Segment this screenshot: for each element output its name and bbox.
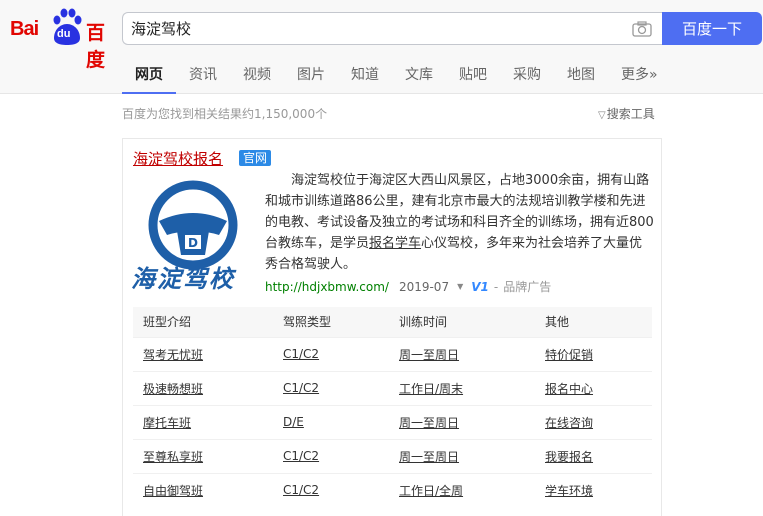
- table-cell-link[interactable]: 在线咨询: [545, 416, 593, 430]
- table-header-class: 班型介绍: [133, 307, 273, 337]
- result-url[interactable]: http://hdjxbmw.com/: [265, 280, 389, 294]
- tab-tieba[interactable]: 贴吧: [446, 56, 500, 94]
- register-link[interactable]: 报名学车: [369, 236, 421, 251]
- funnel-icon: ▽: [598, 110, 606, 121]
- table-header-license: 驾照类型: [273, 307, 389, 337]
- table-cell-link[interactable]: C1/C2: [283, 347, 319, 361]
- table-cell-link[interactable]: 周一至周日: [399, 416, 459, 430]
- table-row: 驾考无忧班 C1/C2 周一至周日 特价促销: [133, 336, 652, 371]
- table-cell-link[interactable]: D/E: [283, 415, 304, 429]
- table-cell-link[interactable]: 工作日/周末: [399, 382, 463, 396]
- logo-text-baidu-cn: 百度: [86, 22, 105, 71]
- table-cell-link[interactable]: C1/C2: [283, 381, 319, 395]
- table-cell-link[interactable]: 学车环境: [545, 484, 593, 498]
- baidu-logo[interactable]: Bai du 百度: [10, 8, 116, 71]
- tab-news[interactable]: 资讯: [176, 56, 230, 94]
- search-tabs: 网页 资讯 视频 图片 知道 文库 贴吧 采购 地图 更多»: [122, 56, 671, 94]
- search-button[interactable]: 百度一下: [662, 12, 762, 45]
- tab-wenku[interactable]: 文库: [392, 56, 446, 94]
- dropdown-triangle-icon[interactable]: ▼: [457, 282, 463, 291]
- table-cell-link[interactable]: 自由御驾班: [143, 484, 203, 498]
- v1-verified-badge[interactable]: V1: [471, 280, 489, 294]
- table-cell-link[interactable]: C1/C2: [283, 483, 319, 497]
- table-cell-link[interactable]: 极速畅想班: [143, 382, 203, 396]
- meta-separator: -: [493, 279, 499, 294]
- table-cell-link[interactable]: 摩托车班: [143, 416, 191, 430]
- result-meta: http://hdjxbmw.com/ 2019-07 ▼ V1 - 品牌广告: [265, 278, 551, 295]
- camera-icon[interactable]: [632, 21, 652, 37]
- table-header-row: 班型介绍 驾照类型 训练时间 其他: [133, 307, 652, 337]
- table-cell-link[interactable]: 报名中心: [545, 382, 593, 396]
- logo-text-bai: Bai: [10, 18, 39, 40]
- brand-ad-label: 品牌广告: [503, 280, 552, 294]
- result-description: 海淀驾校位于海淀区大西山风景区，占地3000余亩，拥有山路和城市训练道路86公里…: [265, 170, 655, 275]
- table-header-time: 训练时间: [389, 307, 535, 337]
- table-row: 至尊私享班 C1/C2 周一至周日 我要报名: [133, 438, 652, 473]
- search-tools-button[interactable]: ▽搜索工具: [598, 105, 655, 122]
- result-date: 2019-07: [398, 279, 450, 294]
- table-cell-link[interactable]: 周一至周日: [399, 348, 459, 362]
- search-box: [122, 12, 662, 45]
- table-row: 自由御驾班 C1/C2 工作日/全周 学车环境: [133, 472, 652, 507]
- tab-images[interactable]: 图片: [284, 56, 338, 94]
- logo-text-du: du: [57, 28, 71, 40]
- table-cell-link[interactable]: 驾考无忧班: [143, 348, 203, 362]
- tab-video[interactable]: 视频: [230, 56, 284, 94]
- tab-purchase[interactable]: 采购: [500, 56, 554, 94]
- course-table: 班型介绍 驾照类型 训练时间 其他 驾考无忧班 C1/C2 周一至周日 特价促销…: [133, 307, 652, 507]
- result-title-link[interactable]: 海淀驾校报名: [133, 148, 223, 169]
- official-badge: 官网: [239, 150, 272, 166]
- table-cell-link[interactable]: 周一至周日: [399, 450, 459, 464]
- table-cell-link[interactable]: 工作日/全周: [399, 484, 463, 498]
- table-cell-link[interactable]: 至尊私享班: [143, 450, 203, 464]
- tab-map[interactable]: 地图: [554, 56, 608, 94]
- paw-icon: [53, 8, 82, 45]
- search-tools-label: 搜索工具: [606, 107, 655, 121]
- svg-text:D: D: [188, 236, 198, 250]
- tab-web[interactable]: 网页: [122, 56, 176, 94]
- table-cell-link[interactable]: 我要报名: [545, 450, 593, 464]
- search-input[interactable]: [131, 13, 621, 44]
- table-cell-link[interactable]: C1/C2: [283, 449, 319, 463]
- tab-zhidao[interactable]: 知道: [338, 56, 392, 94]
- tab-more[interactable]: 更多»: [608, 56, 671, 94]
- table-row: 极速畅想班 C1/C2 工作日/周末 报名中心: [133, 370, 652, 405]
- result-card: 海淀驾校报名 官网 D 海淀驾校 海淀驾校位于海淀区大西山风景区，占地3000余…: [122, 138, 662, 516]
- header-bar: Bai du 百度 百度一下 网页 资讯 视频 图片 知道 文库 贴吧 采购 地…: [0, 0, 763, 94]
- table-cell-link[interactable]: 特价促销: [545, 348, 593, 362]
- school-logo-caption: 海淀驾校: [131, 264, 235, 293]
- table-row: 摩托车班 D/E 周一至周日 在线咨询: [133, 404, 652, 439]
- result-count: 百度为您找到相关结果约1,150,000个: [122, 107, 328, 121]
- table-header-other: 其他: [535, 307, 652, 337]
